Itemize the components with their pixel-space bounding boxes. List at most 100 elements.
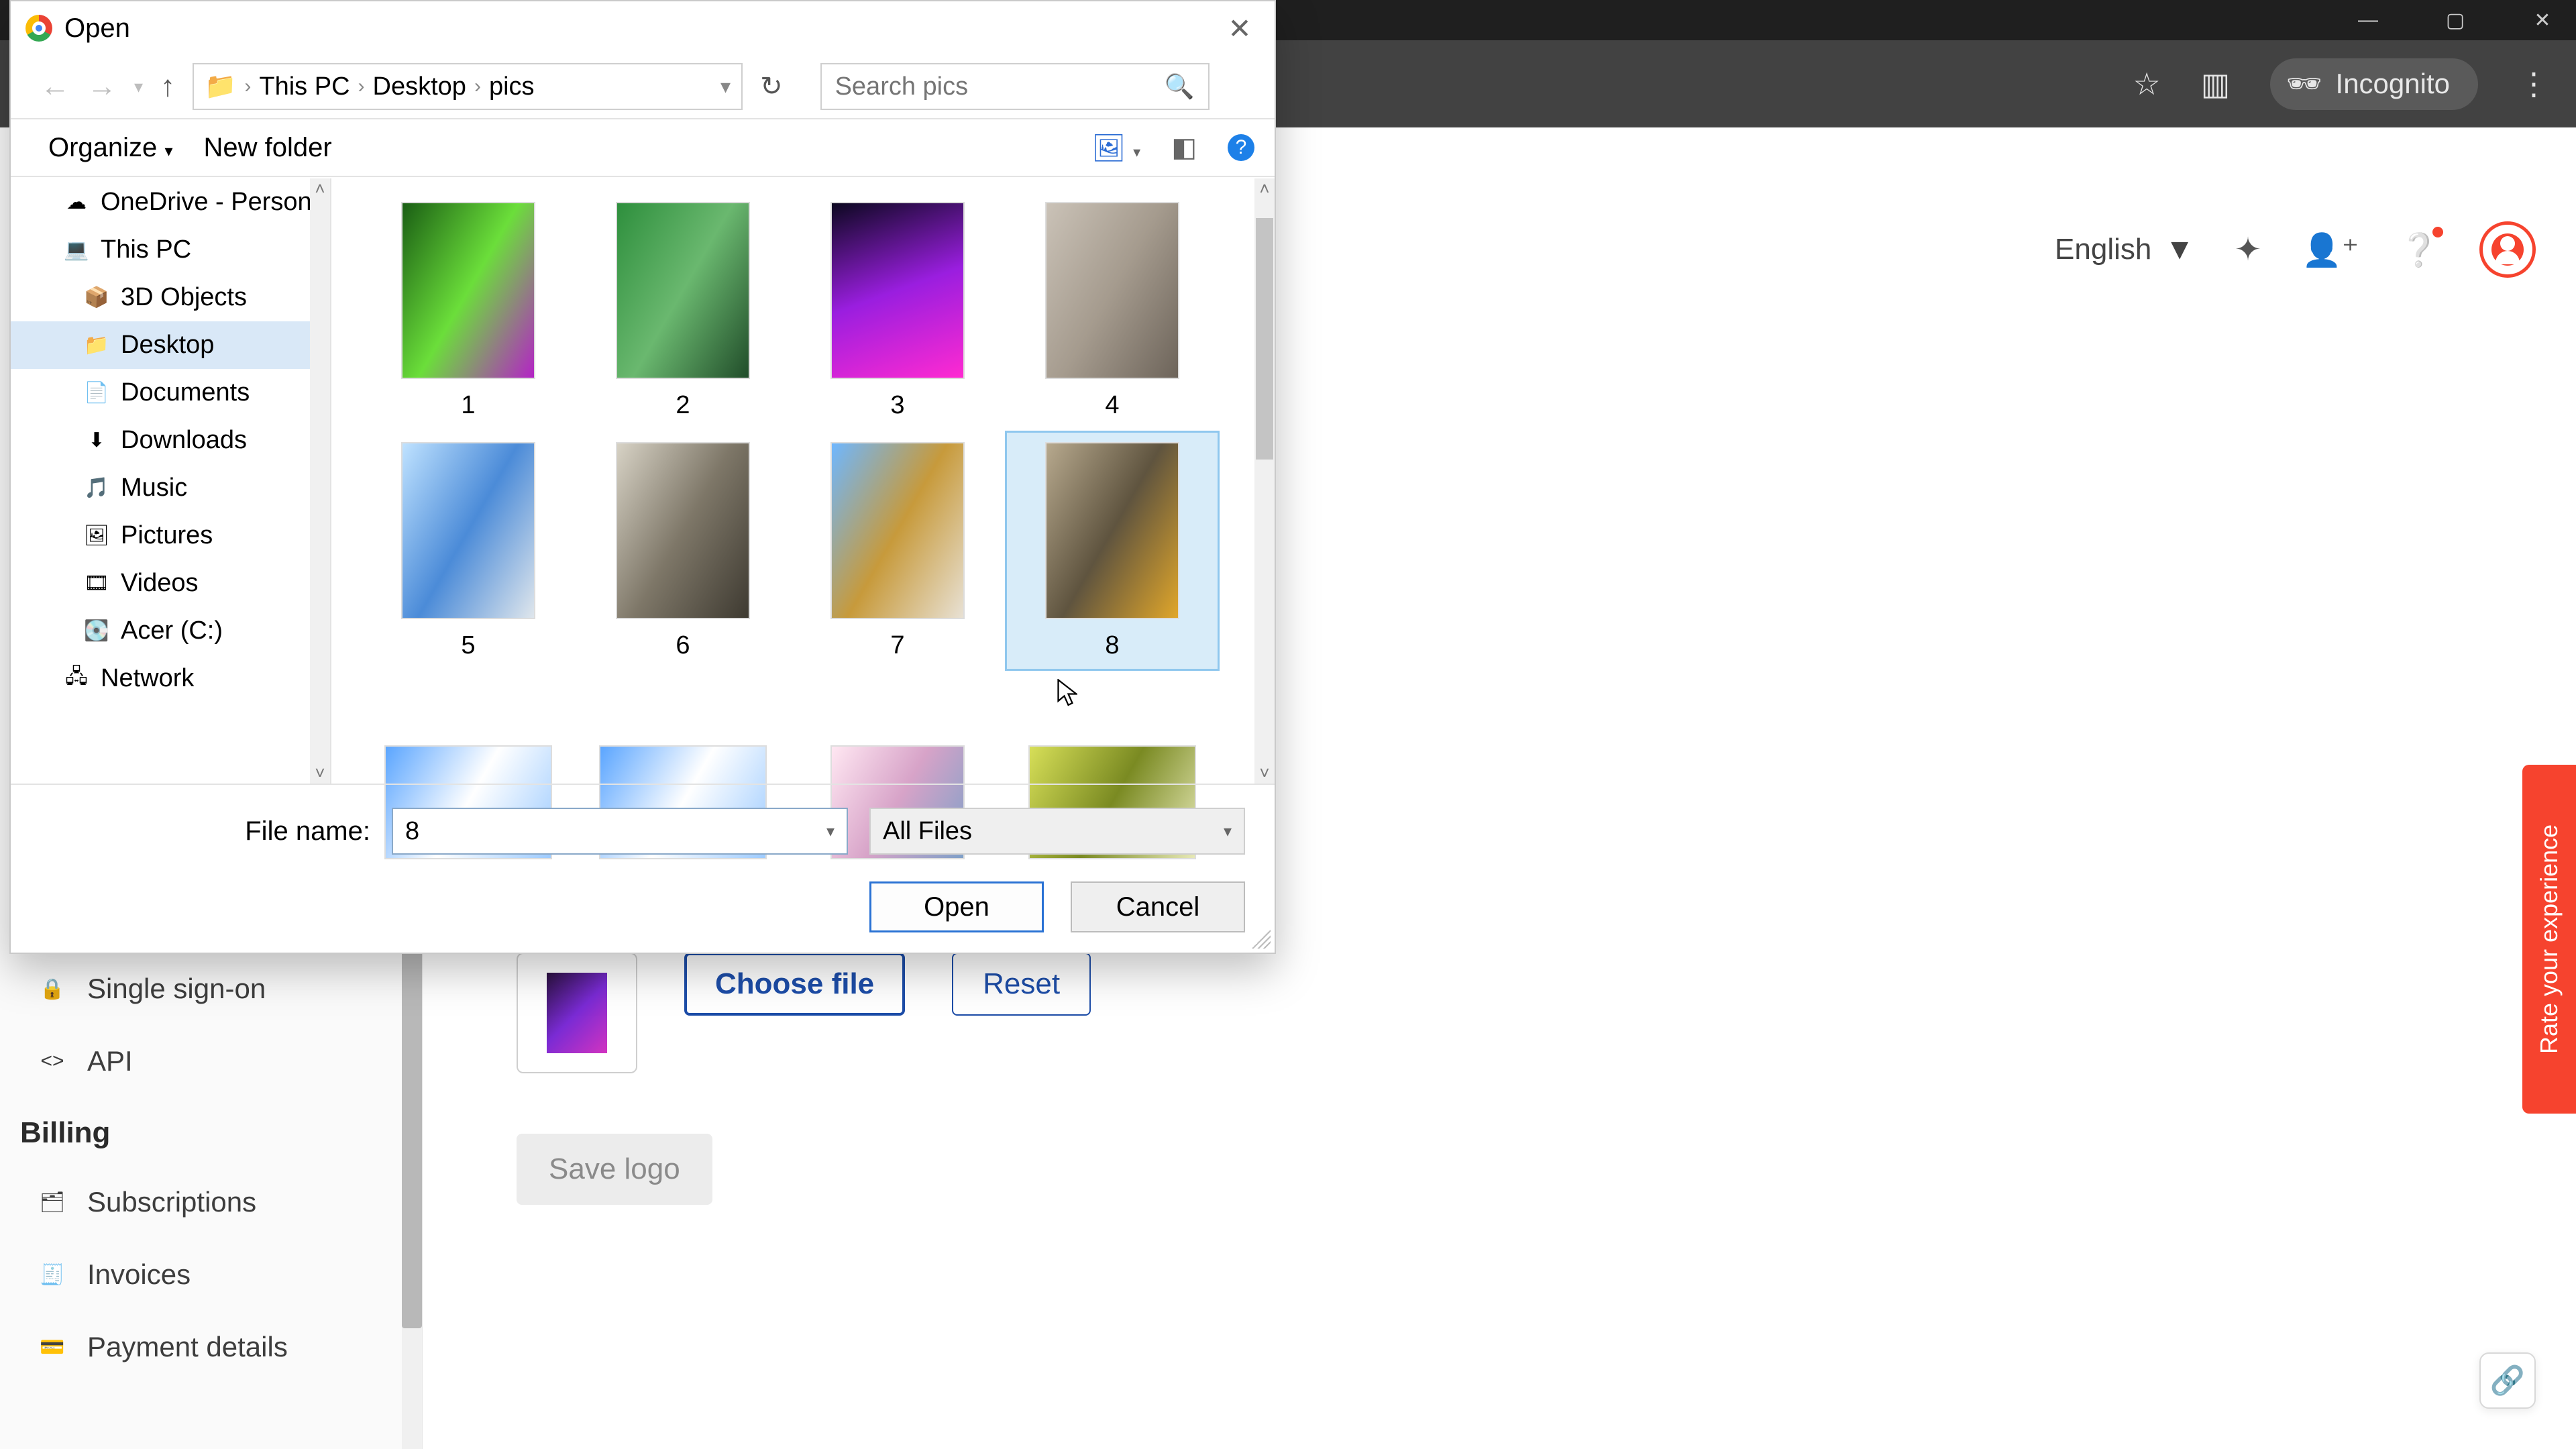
dialog-body: ☁OneDrive - Person💻This PC📦3D Objects📁De… xyxy=(11,178,1275,784)
sidebar-item-invoices[interactable]: 🧾 Invoices xyxy=(0,1238,422,1311)
dialog-close-button[interactable]: ✕ xyxy=(1220,12,1260,45)
view-thumbnails-icon[interactable]: 🖼 ▾ xyxy=(1091,132,1140,164)
tree-item-label: OneDrive - Person xyxy=(101,188,312,217)
tree-item[interactable]: 🎞Videos xyxy=(11,559,330,607)
chevron-right-icon: › xyxy=(358,75,365,98)
language-label: English xyxy=(2055,233,2151,266)
file-item[interactable]: 1 xyxy=(361,191,576,431)
file-item[interactable]: 7 xyxy=(790,431,1005,671)
open-button[interactable]: Open xyxy=(869,881,1044,932)
window-minimize-button[interactable]: — xyxy=(2348,1,2388,39)
tree-item[interactable]: 💻This PC xyxy=(11,226,330,274)
file-thumbnail xyxy=(401,442,535,619)
file-scrollbar[interactable]: ˄ ˅ xyxy=(1254,178,1275,784)
tree-item-label: This PC xyxy=(101,235,191,264)
file-scrollbar-thumb[interactable] xyxy=(1256,218,1273,460)
file-thumbnail xyxy=(1045,442,1179,619)
file-thumbnail xyxy=(616,202,750,379)
sidebar-item-label: Single sign-on xyxy=(87,973,266,1005)
sidebar-item-sso[interactable]: 🔒 Single sign-on xyxy=(0,953,422,1025)
language-selector[interactable]: English ▼ xyxy=(2055,233,2194,266)
scroll-down-icon[interactable]: ˅ xyxy=(315,763,325,784)
file-item[interactable]: 8 xyxy=(1005,431,1220,671)
tree-item[interactable]: 📁Desktop xyxy=(11,321,330,369)
tree-item-label: Videos xyxy=(121,569,199,598)
new-folder-button[interactable]: New folder xyxy=(203,133,331,163)
logo-image xyxy=(547,973,607,1053)
chevron-down-icon[interactable]: ▾ xyxy=(720,75,731,99)
scroll-up-icon[interactable]: ˄ xyxy=(1259,178,1269,199)
incognito-label: Incognito xyxy=(2336,68,2450,100)
file-item[interactable]: 5 xyxy=(361,431,576,671)
tree-item[interactable]: 📄Documents xyxy=(11,369,330,417)
tree-item[interactable]: ☁OneDrive - Person xyxy=(11,178,330,226)
file-name-input[interactable]: 8 ▾ xyxy=(392,808,848,855)
incognito-indicator[interactable]: 🕶 Incognito xyxy=(2270,58,2478,110)
sidebar-item-api[interactable]: <> API xyxy=(0,1025,422,1097)
tree-item[interactable]: ⬇Downloads xyxy=(11,417,330,464)
scroll-down-icon[interactable]: ˅ xyxy=(1259,763,1269,784)
nav-up-icon[interactable]: ↑ xyxy=(160,70,175,103)
chevron-right-icon: › xyxy=(244,75,251,98)
feedback-tab[interactable]: Rate your experience xyxy=(2522,765,2576,1114)
organize-menu[interactable]: Organize ▾ xyxy=(48,133,172,163)
chevron-down-icon: ▼ xyxy=(2165,233,2194,266)
refresh-icon[interactable]: ↻ xyxy=(760,71,783,102)
preview-pane-icon[interactable]: ◧ xyxy=(1171,132,1197,163)
copy-link-button[interactable]: 🔗 xyxy=(2479,1352,2536,1409)
file-item[interactable]: 2 xyxy=(576,191,790,431)
file-thumbnail xyxy=(1045,202,1179,379)
tree-item-label: Acer (C:) xyxy=(121,616,223,645)
tree-item[interactable]: 🎵Music xyxy=(11,464,330,512)
folder-icon: 📄 xyxy=(85,381,109,405)
reset-button[interactable]: Reset xyxy=(952,953,1091,1016)
lock-icon: 🔒 xyxy=(40,977,64,1001)
dialog-search-box[interactable]: 🔍 xyxy=(820,63,1210,110)
scroll-up-icon[interactable]: ˄ xyxy=(315,178,325,199)
breadcrumb-segment[interactable]: Desktop xyxy=(373,72,466,101)
folder-icon: 📁 xyxy=(205,72,236,101)
tree-scrollbar[interactable]: ˄ ˅ xyxy=(310,178,330,784)
help-icon[interactable]: ? xyxy=(1228,134,1254,161)
bookmark-star-icon[interactable]: ☆ xyxy=(2133,66,2160,102)
breadcrumb-segment[interactable]: This PC xyxy=(259,72,350,101)
side-panel-icon[interactable]: ▥ xyxy=(2201,66,2230,102)
extensions-icon[interactable]: ✦ xyxy=(2235,231,2261,268)
nav-forward-icon[interactable]: → xyxy=(87,70,117,103)
choose-file-button[interactable]: Choose file xyxy=(684,953,905,1016)
save-logo-button[interactable]: Save logo xyxy=(517,1134,712,1205)
browser-menu-icon[interactable]: ⋮ xyxy=(2518,66,2549,102)
sidebar-item-label: Subscriptions xyxy=(87,1186,256,1218)
sidebar-item-subscriptions[interactable]: 🗂 Subscriptions xyxy=(0,1166,422,1238)
invite-user-icon[interactable]: 👤⁺ xyxy=(2302,231,2359,269)
window-maximize-button[interactable]: ▢ xyxy=(2435,1,2475,39)
nav-recent-chevron-icon[interactable]: ▾ xyxy=(134,76,143,97)
tree-item-label: 3D Objects xyxy=(121,283,247,312)
file-item[interactable]: 4 xyxy=(1005,191,1220,431)
help-icon[interactable]: ❔ xyxy=(2399,231,2439,269)
nav-back-icon[interactable]: ← xyxy=(40,70,70,103)
window-close-button[interactable]: ✕ xyxy=(2522,1,2563,39)
chevron-right-icon: › xyxy=(474,75,481,98)
search-icon: 🔍 xyxy=(1165,72,1195,101)
chevron-down-icon[interactable]: ▾ xyxy=(1224,822,1232,841)
chevron-down-icon[interactable]: ▾ xyxy=(826,822,835,841)
breadcrumb-bar[interactable]: 📁 › This PC › Desktop › pics ▾ xyxy=(193,63,743,110)
file-type-filter[interactable]: All Files ▾ xyxy=(869,808,1245,855)
file-item[interactable]: 3 xyxy=(790,191,1005,431)
breadcrumb-segment[interactable]: pics xyxy=(489,72,535,101)
dialog-search-input[interactable] xyxy=(835,72,1165,101)
file-label: 5 xyxy=(461,631,475,660)
tree-item[interactable]: 🖼Pictures xyxy=(11,512,330,559)
file-item[interactable]: 6 xyxy=(576,431,790,671)
tree-item[interactable]: 🖧Network xyxy=(11,655,330,702)
account-avatar[interactable] xyxy=(2479,221,2536,278)
resize-grip-icon[interactable] xyxy=(1252,930,1271,949)
sidebar-item-payment-details[interactable]: 💳 Payment details xyxy=(0,1311,422,1383)
dialog-toolbar: Organize ▾ New folder 🖼 ▾ ◧ ? xyxy=(11,118,1275,177)
logo-preview xyxy=(517,953,637,1073)
cancel-button[interactable]: Cancel xyxy=(1071,881,1245,932)
tree-item[interactable]: 📦3D Objects xyxy=(11,274,330,321)
tree-item[interactable]: 💽Acer (C:) xyxy=(11,607,330,655)
file-label: 8 xyxy=(1105,631,1119,660)
